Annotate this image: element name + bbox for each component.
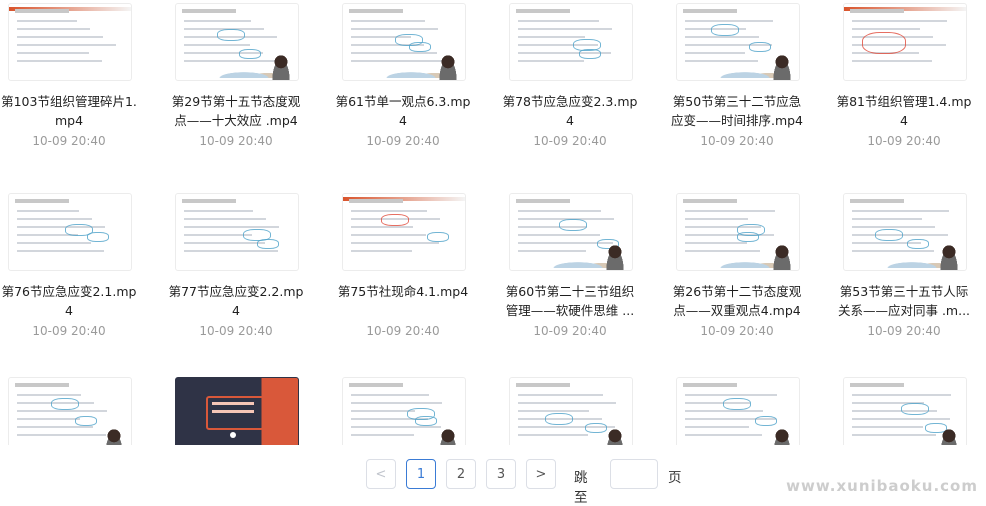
file-modified-time: 10-09 20:40 xyxy=(867,324,941,338)
video-thumbnail[interactable] xyxy=(342,193,466,271)
file-modified-time: 10-09 20:40 xyxy=(700,134,774,148)
file-name[interactable]: 第81节组织管理1.4.mp4 xyxy=(835,92,973,130)
page-suffix-label: 页 xyxy=(668,470,682,486)
video-thumbnail[interactable] xyxy=(676,3,800,81)
file-modified-time: 10-09 20:40 xyxy=(366,324,440,338)
page-1-button[interactable]: 1 xyxy=(406,459,436,489)
file-modified-time: 10-09 20:40 xyxy=(867,134,941,148)
file-name[interactable]: 第53节第三十五节人际关系——应对同事 .m... xyxy=(835,282,973,320)
file-name[interactable]: 第103节组织管理碎片1.mp4 xyxy=(0,92,138,130)
file-name[interactable]: 第78节应急应变2.3.mp4 xyxy=(501,92,639,130)
video-thumbnail[interactable] xyxy=(8,3,132,81)
video-thumbnail[interactable] xyxy=(175,3,299,81)
file-name[interactable]: 第26节第十二节态度观点——双重观点4.mp4 xyxy=(668,282,806,320)
file-name[interactable]: 第75节社现命4.1.mp4 xyxy=(334,282,472,301)
video-thumbnail[interactable] xyxy=(8,377,132,445)
video-thumbnail[interactable] xyxy=(509,3,633,81)
video-thumbnail[interactable] xyxy=(342,3,466,81)
video-thumbnail[interactable] xyxy=(843,377,967,445)
video-thumbnail[interactable] xyxy=(8,193,132,271)
prev-page-button[interactable]: < xyxy=(366,459,396,489)
file-modified-time: 10-09 20:40 xyxy=(199,324,273,338)
file-name[interactable]: 第29节第十五节态度观点——十大效应 .mp4 xyxy=(167,92,305,130)
jump-page-input[interactable] xyxy=(610,459,658,489)
video-thumbnail[interactable] xyxy=(843,193,967,271)
file-modified-time: 10-09 20:40 xyxy=(199,134,273,148)
video-thumbnail[interactable] xyxy=(676,193,800,271)
file-grid: 第103节组织管理碎片1.mp4 10-09 20:40 第29节第十五节态度观点—… xyxy=(0,0,986,445)
file-modified-time: 10-09 20:40 xyxy=(366,134,440,148)
video-thumbnail[interactable] xyxy=(843,3,967,81)
file-modified-time: 10-09 20:40 xyxy=(700,324,774,338)
video-thumbnail[interactable] xyxy=(175,193,299,271)
file-modified-time: 10-09 20:40 xyxy=(533,134,607,148)
video-thumbnail[interactable] xyxy=(342,377,466,445)
video-thumbnail[interactable] xyxy=(509,377,633,445)
file-modified-time: 10-09 20:40 xyxy=(32,324,106,338)
file-name[interactable]: 第77节应急应变2.2.mp4 xyxy=(167,282,305,320)
video-thumbnail[interactable] xyxy=(676,377,800,445)
jump-label: 跳至 xyxy=(574,470,588,506)
file-name[interactable]: 第50节第三十二节应急应变——时间排序.mp4 xyxy=(668,92,806,130)
file-modified-time: 10-09 20:40 xyxy=(533,324,607,338)
file-name[interactable]: 第61节单一观点6.3.mp4 xyxy=(334,92,472,130)
page-3-button[interactable]: 3 xyxy=(486,459,516,489)
file-name[interactable]: 第60节第二十三节组织管理——软硬件思维 ... xyxy=(501,282,639,320)
page-2-button[interactable]: 2 xyxy=(446,459,476,489)
file-name[interactable]: 第76节应急应变2.1.mp4 xyxy=(0,282,138,320)
video-thumbnail[interactable] xyxy=(175,377,299,445)
file-modified-time: 10-09 20:40 xyxy=(32,134,106,148)
next-page-button[interactable]: > xyxy=(526,459,556,489)
video-thumbnail[interactable] xyxy=(509,193,633,271)
watermark: www.xunibaoku.com xyxy=(786,477,978,495)
